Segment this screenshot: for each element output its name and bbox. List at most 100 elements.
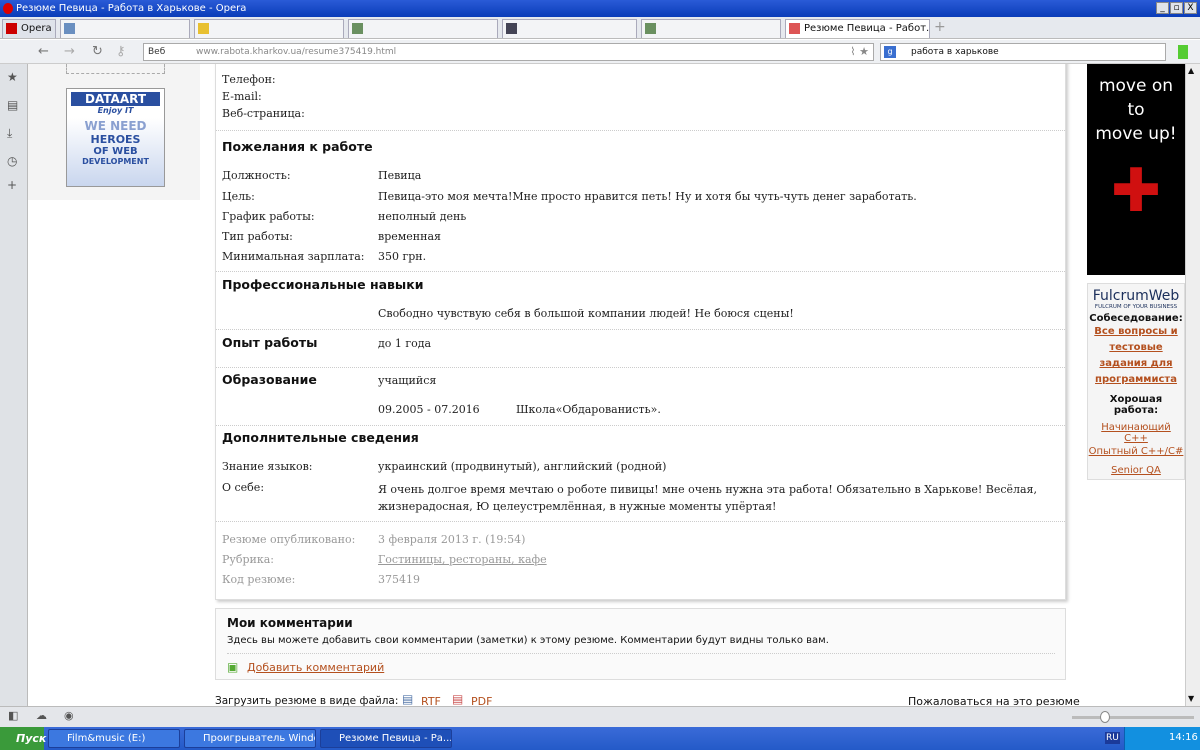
zoom-slider[interactable] [1072,716,1194,719]
zoom-slider-handle[interactable] [1100,711,1110,723]
bookmarks-icon[interactable]: ★ [7,70,18,84]
code-value: 375419 [378,573,420,586]
notes-icon[interactable]: ▤ [7,98,18,112]
job-link-senior-qa[interactable]: Senior QA [1088,465,1184,476]
salary-value: 350 грн. [378,250,427,263]
tab-favicon [789,23,800,34]
experience-value: до 1 года [378,337,432,350]
comments-box: Мои комментарии Здесь вы можете добавить… [215,608,1066,680]
back-icon[interactable]: ← [38,44,49,59]
taskbar-item-media-player[interactable]: Проигрыватель Windo... [184,729,316,748]
history-icon[interactable]: ◷ [7,154,17,168]
position-label: Должность: [222,169,291,182]
taskbar-item-opera[interactable]: Резюме Певица - Ра... [320,729,452,748]
rtf-icon: ▤ [402,692,414,706]
turbo-icon[interactable]: ☁ [36,709,47,722]
forward-icon[interactable]: → [64,44,75,59]
fulcrumweb-ad[interactable]: FulcrumWeb FULCRUM OF YOUR BUSINESS Собе… [1087,283,1185,480]
add-panel-icon[interactable]: + [7,178,17,192]
status-bar: ◧ ☁ ◉ [0,706,1200,727]
new-tab-button[interactable]: + [934,19,946,35]
clock: 14:16 [1169,732,1198,743]
tab-favicon [506,23,517,34]
close-window-button[interactable]: X [1184,2,1197,14]
report-link[interactable]: Пожаловаться на это резюме [908,695,1080,706]
rtf-link[interactable]: RTF [421,695,441,706]
education-period: 09.2005 - 07.2016 [378,403,480,416]
comments-description: Здесь вы можете добавить свои комментари… [227,635,829,646]
work-type-label: Тип работы: [222,230,293,243]
web-label: Веб-страница: [222,107,305,120]
key-icon[interactable]: ⚷ [116,44,126,59]
add-comment-icon: ▣ [227,660,239,674]
work-type-value: временная [378,230,441,243]
interview-label: Собеседование: [1089,313,1183,324]
tab-4[interactable] [502,19,637,38]
goal-value: Певица-это моя мечта!Мне просто нравится… [378,190,917,203]
search-input[interactable]: g работа в харькове [880,43,1166,61]
skills-heading: Профессиональные навыки [222,277,424,292]
move-up-ad[interactable]: move on to move up! ✚ [1087,64,1185,275]
schedule-value: неполный день [378,210,467,223]
red-cross-icon: ✚ [1110,156,1162,226]
panel-toggle-icon[interactable]: ◧ [8,709,18,722]
web-badge: Веб [148,47,166,57]
tab-2[interactable] [194,19,344,38]
opera-logo-icon [3,3,13,14]
add-comment-link[interactable]: Добавить комментарий [247,661,384,674]
extra-heading: Дополнительные сведения [222,430,419,445]
vertical-scrollbar[interactable]: ▲ ▼ [1185,64,1200,706]
pdf-link[interactable]: PDF [471,695,492,706]
about-label: О себе: [222,481,265,494]
reload-icon[interactable]: ↻ [92,44,103,59]
download-label: Загрузить резюме в виде файла: [215,695,399,706]
scroll-down-icon[interactable]: ▼ [1188,694,1194,703]
salary-label: Минимальная зарплата: [222,250,365,263]
resume-card: Телефон: E-mail: Веб-страница: Пожелания… [215,64,1066,600]
tab-5[interactable] [641,19,781,38]
good-job-label: Хорошая работа: [1109,394,1163,416]
maximize-button[interactable]: ▫ [1170,2,1183,14]
tab-bar: Opera Резюме Певица - Работ... x + [0,17,1200,39]
tab-favicon [645,23,656,34]
email-label: E-mail: [222,90,262,103]
windows-taskbar: Пуск Film&music (E:) Проигрыватель Windo… [0,727,1200,750]
tab-favicon [198,23,209,34]
rubric-link[interactable]: Гостиницы, рестораны, кафе [378,553,547,566]
tab-active-resume[interactable]: Резюме Певица - Работ... x [785,19,930,38]
skills-value: Свободно чувствую себя в большой компани… [378,307,794,320]
comments-heading: Мои комментарии [227,616,353,630]
page-content: DATAART Enjoy IT WE NEED HEROES OF WEB D… [28,64,1185,706]
tab-1[interactable] [60,19,190,38]
opera-icon [6,23,17,34]
start-button[interactable]: Пуск [0,727,46,750]
taskbar-item-explorer[interactable]: Film&music (E:) [48,729,180,748]
languages-value: украинский (продвинутый), английский (ро… [378,460,667,473]
scroll-up-icon[interactable]: ▲ [1188,66,1194,75]
unite-icon[interactable]: ◉ [64,709,74,722]
job-link-cpp-csharp[interactable]: Опытный С++/С# [1088,446,1184,457]
opera-menu-button[interactable]: Opera [2,19,56,38]
vk-icon [64,23,75,34]
minimize-button[interactable]: _ [1156,2,1169,14]
language-indicator[interactable]: RU [1105,732,1120,744]
address-toolbar: ← → ↻ ⚷ Веб www.rabota.kharkov.ua/resume3… [0,40,1200,64]
ad-placeholder [66,64,165,74]
phone-label: Телефон: [222,73,276,86]
fulcrum-tagline: FULCRUM OF YOUR BUSINESS [1094,304,1178,310]
fulcrum-logo: FulcrumWeb [1092,288,1180,304]
published-label: Резюме опубликовано: [222,533,356,546]
downloads-icon[interactable]: ⤓ [7,126,12,141]
rss-bookmark-icons[interactable]: ⌇ ★ [850,44,869,60]
experience-heading: Опыт работы [222,335,318,350]
window-title: Резюме Певица - Работа в Харькове - Oper… [16,3,247,14]
tab-3[interactable] [348,19,498,38]
education-school: Школа«Обдарованисть». [516,403,661,416]
published-value: 3 февраля 2013 г. (19:54) [378,533,526,546]
job-link-junior-cpp[interactable]: Начинающий С++ [1088,422,1184,444]
interview-link[interactable]: Все вопросы и тестовые задания для прогр… [1088,324,1184,388]
dataart-ad[interactable]: DATAART Enjoy IT WE NEED HEROES OF WEB D… [66,88,165,187]
url-input[interactable]: Веб www.rabota.kharkov.ua/resume375419.ht… [143,43,874,61]
pdf-icon: ▤ [452,692,464,706]
languages-label: Знание языков: [222,460,313,473]
